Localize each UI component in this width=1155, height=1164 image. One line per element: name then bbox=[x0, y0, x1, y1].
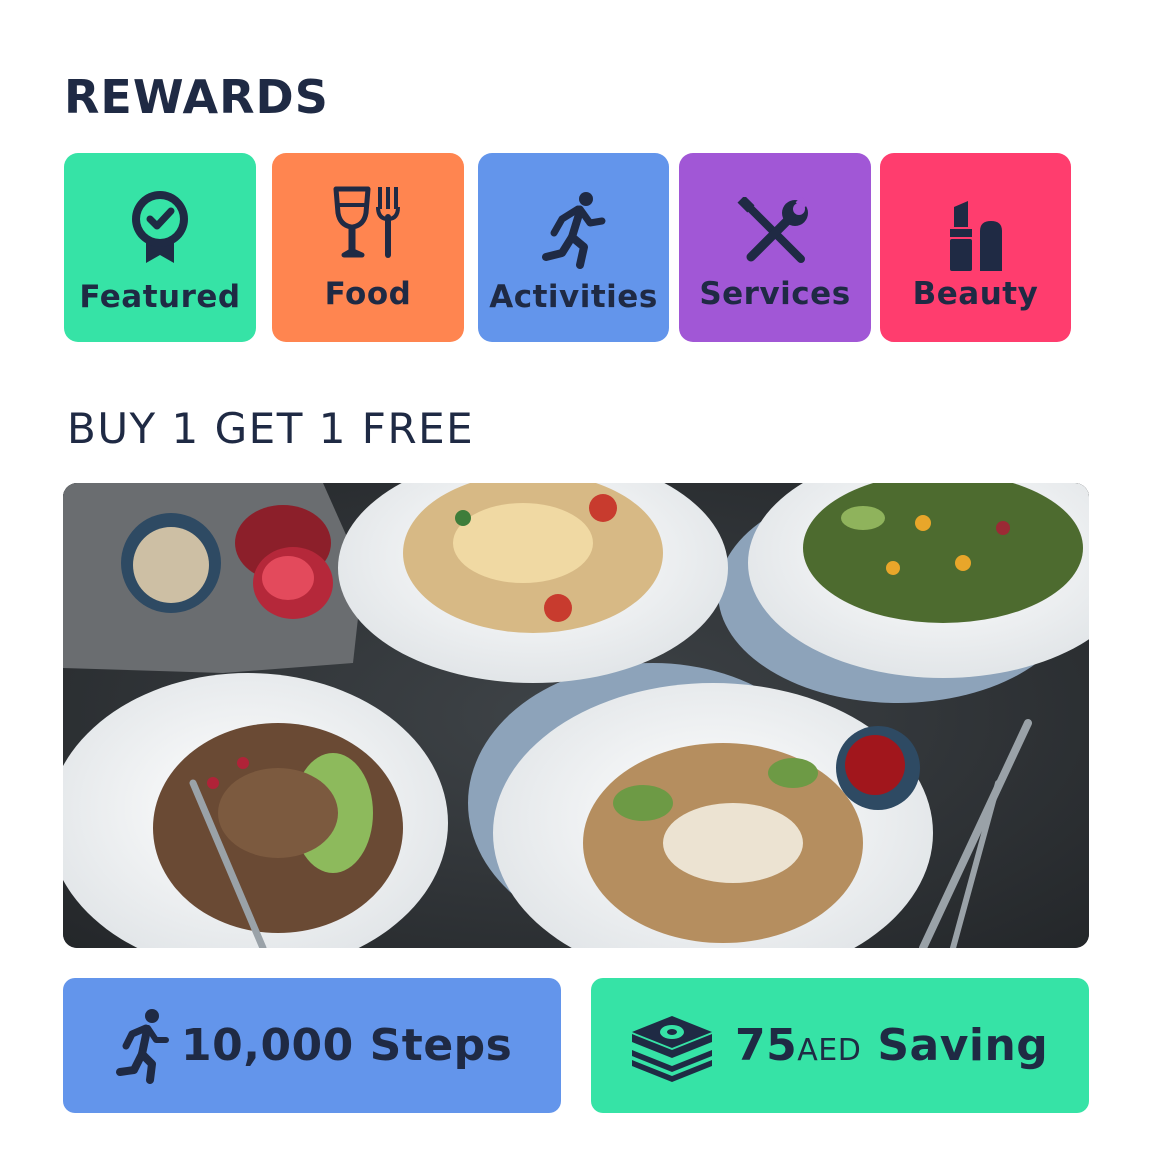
category-beauty[interactable]: Beauty bbox=[880, 153, 1071, 342]
steps-value: 10,000 Steps bbox=[181, 1020, 513, 1071]
rewards-title: REWARDS bbox=[64, 70, 329, 124]
steps-stat[interactable]: 10,000 Steps bbox=[63, 978, 561, 1113]
saving-value: 75AED Saving bbox=[735, 1020, 1048, 1071]
category-label: Food bbox=[324, 276, 412, 312]
running-person-icon bbox=[478, 189, 669, 269]
category-label: Activities bbox=[489, 279, 658, 315]
category-label: Services bbox=[699, 276, 851, 312]
running-person-icon bbox=[107, 1006, 177, 1086]
saving-amount: 75 bbox=[735, 1020, 798, 1071]
category-services[interactable]: Services bbox=[679, 153, 871, 342]
award-ribbon-icon bbox=[64, 187, 256, 267]
category-activities[interactable]: Activities bbox=[478, 153, 669, 342]
promo-title: BUY 1 GET 1 FREE bbox=[67, 404, 475, 453]
category-label: Featured bbox=[79, 279, 241, 315]
promo-image[interactable] bbox=[63, 483, 1089, 948]
saving-currency: AED bbox=[797, 1033, 862, 1068]
category-label: Beauty bbox=[912, 276, 1039, 312]
cutlery-glass-icon bbox=[272, 183, 464, 263]
lipstick-icon bbox=[880, 197, 1071, 277]
money-stack-icon bbox=[627, 1006, 717, 1086]
category-food[interactable]: Food bbox=[272, 153, 464, 342]
wrench-screwdriver-icon bbox=[679, 193, 871, 273]
category-featured[interactable]: Featured bbox=[64, 153, 256, 342]
saving-label: Saving bbox=[877, 1020, 1049, 1071]
saving-stat[interactable]: 75AED Saving bbox=[591, 978, 1089, 1113]
